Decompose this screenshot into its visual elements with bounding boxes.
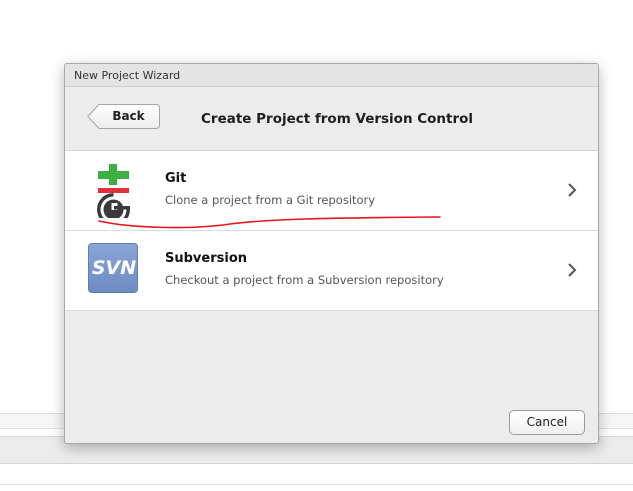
back-button-label: Back: [112, 109, 145, 123]
option-git[interactable]: Git Clone a project from a Git repositor…: [65, 151, 598, 231]
back-button[interactable]: Back: [87, 104, 160, 129]
dialog-window-title: New Project Wizard: [74, 69, 181, 82]
option-git-description: Clone a project from a Git repository: [165, 193, 376, 207]
chevron-right-icon: [568, 183, 577, 197]
svn-icon-text: SVN: [91, 257, 137, 279]
cancel-button[interactable]: Cancel: [509, 410, 585, 435]
option-subversion[interactable]: SVN Subversion Checkout a project from a…: [65, 231, 598, 311]
svn-icon: SVN: [88, 243, 138, 293]
wizard-heading: Create Project from Version Control: [201, 111, 474, 127]
git-icon: [97, 164, 130, 218]
new-project-wizard-dialog: New Project Wizard Back Create Project f…: [64, 63, 599, 444]
chevron-right-icon: [568, 263, 577, 277]
option-subversion-title: Subversion: [165, 251, 248, 266]
option-git-title: Git: [165, 171, 187, 186]
option-subversion-description: Checkout a project from a Subversion rep…: [165, 273, 444, 287]
background-divider-bottom: [0, 484, 633, 485]
dialog-titlebar[interactable]: New Project Wizard: [65, 64, 598, 87]
wizard-header: Back Create Project from Version Control: [65, 87, 598, 151]
